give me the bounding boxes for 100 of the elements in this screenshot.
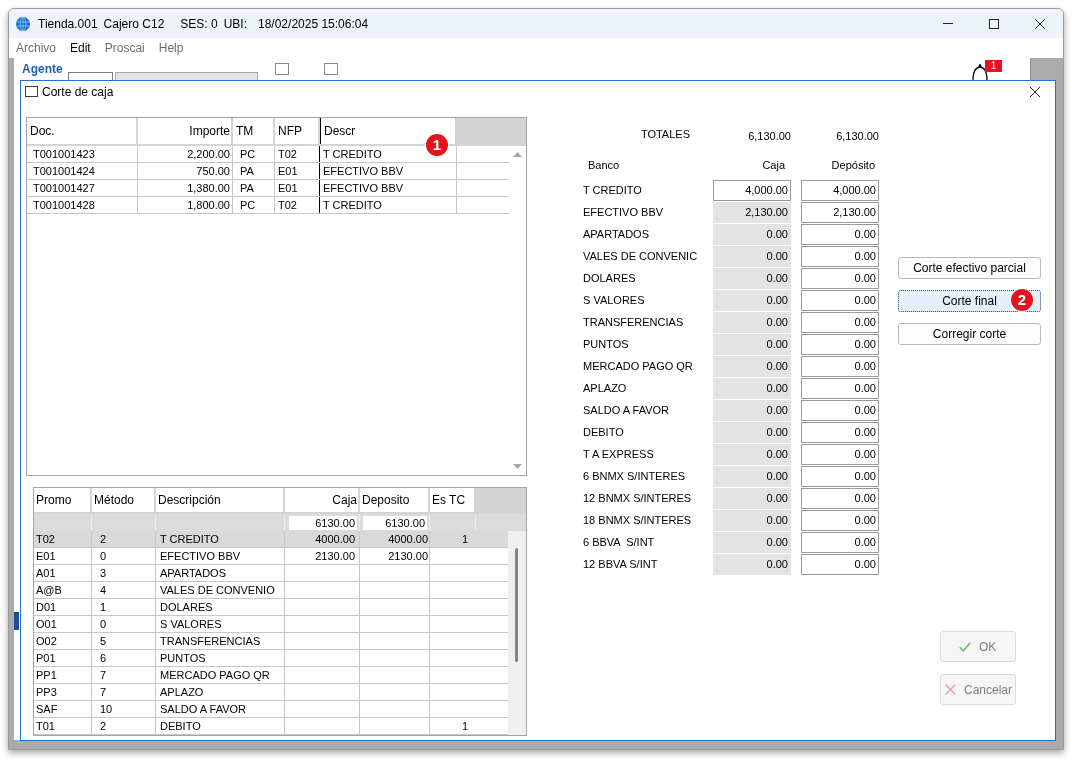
table-row[interactable]: P01 6 PUNTOS [34,650,508,667]
amount-field[interactable]: 0.00 [801,378,879,399]
table-row[interactable]: PP1 7 MERCADO PAGO QR [34,667,508,684]
amount-field[interactable]: 0.00 [801,554,879,575]
table-cell: MERCADO PAGO QR [156,667,285,683]
amount-field[interactable]: 0.00 [801,466,879,487]
amount-field[interactable]: 0.00 [801,444,879,465]
column-header[interactable]: Deposito [360,488,428,512]
amount-field[interactable]: 0.00 [801,356,879,377]
amount-field[interactable]: 0.00 [801,532,879,553]
amount-field[interactable]: 0.00 [801,422,879,443]
bell-icon[interactable] [969,64,990,80]
amount-field[interactable]: 4,000.00 [801,180,879,201]
cashier-label: Cajero C12 [103,16,165,31]
amount-field[interactable]: 0.00 [801,510,879,531]
table-row[interactable]: A@B 4 VALES DE CONVENIO [34,582,508,599]
bank-label: PUNTOS [583,337,630,352]
bank-label: 6 BBVA S/INT [583,535,656,550]
table-row[interactable]: T02 2 T CREDITO 4000.00 4000.00 1 [34,531,508,548]
amount-field[interactable]: 0.00 [801,334,879,355]
table-cell: 1,380.00 [138,180,233,196]
table-row[interactable]: A01 3 APARTADOS [34,565,508,582]
bank-label: 12 BNMX S/INTERES [583,491,693,506]
menu-item[interactable]: Edit [63,41,98,55]
table-cell: DEBITO [156,718,285,734]
table-cell: PP1 [34,667,92,683]
table-cell: E01 [275,180,320,196]
column-header[interactable]: Doc. [27,118,136,144]
action-button[interactable]: Corregir corte [898,323,1041,345]
table-cell: T CREDITO [156,531,285,547]
amount-display: 0.00 [713,554,791,575]
table-row[interactable]: O01 0 S VALORES [34,616,508,633]
amount-display: 2,130.00 [713,202,791,223]
amount-field[interactable]: 0.00 [801,488,879,509]
datetime-label: 18/02/2025 15:06:04 [258,16,369,31]
close-icon [1030,86,1040,97]
totals-label: TOTALES [639,127,691,140]
table-cell: 2130.00 [285,548,360,564]
amount-display: 0.00 [713,378,791,399]
table-row[interactable]: D01 1 DOLARES [34,599,508,616]
bank-label: VALES DE CONVENIC [583,249,699,264]
table-row[interactable]: SAF 10 SALDO A FAVOR [34,701,508,718]
input-field[interactable] [67,72,113,80]
amount-display: 0.00 [713,510,791,531]
table-row[interactable]: E01 0 EFECTIVO BBV 2130.00 2130.00 [34,548,508,565]
scrollbar[interactable] [508,531,526,735]
amount-field[interactable]: 0.00 [801,268,879,289]
amount-field[interactable]: 0.00 [801,290,879,311]
column-header[interactable]: Es TC [430,488,474,512]
bank-label: EFECTIVO BBV [583,205,665,220]
column-header[interactable]: Promo [34,488,90,512]
table-row[interactable]: PP3 7 APLAZO [34,684,508,701]
action-button[interactable]: Corte efectivo parcial [898,257,1041,279]
column-header[interactable]: Importe [138,118,231,144]
table-cell: 7 [92,684,156,700]
amount-field[interactable]: 0.00 [801,246,879,267]
scroll-down-icon[interactable] [513,464,522,469]
table-cell: APLAZO [156,684,285,700]
table-cell: DOLARES [156,599,285,615]
table-cell: S VALORES [156,616,285,632]
amount-field[interactable]: 4,000.00 [713,180,791,201]
total-cell: 6130.00 [363,515,427,530]
column-header[interactable]: Caja [285,488,358,512]
globe-icon [16,16,30,31]
checkbox[interactable] [323,63,338,75]
table-row[interactable]: O02 5 TRANSFERENCIAS [34,633,508,650]
check-icon [959,641,971,652]
bank-label: APLAZO [583,381,628,396]
minimize-icon [943,23,953,24]
amount-field[interactable]: 0.00 [801,312,879,333]
table-cell: T CREDITO [320,197,457,213]
amount-field[interactable]: 0.00 [801,224,879,245]
maximize-icon [989,18,999,29]
annotation-badge: 2 [1011,289,1033,311]
table-cell: SAF [34,701,92,717]
amount-field[interactable]: 0.00 [801,400,879,421]
scroll-up-icon[interactable] [513,152,522,157]
amount-display: 0.00 [713,334,791,355]
column-header[interactable]: TM [233,118,273,144]
table-cell: APARTADOS [156,565,285,581]
column-header[interactable]: NFP [275,118,318,144]
input-field[interactable] [114,72,258,80]
column-header[interactable]: Método [92,488,154,512]
bank-label: S VALORES [583,293,646,308]
column-header[interactable]: Descripción [156,488,283,512]
table-cell: PC [233,197,275,213]
table-cell: E01 [34,548,92,564]
table-cell: T02 [275,146,320,162]
amount-field[interactable]: 2,130.00 [801,202,879,223]
checkbox[interactable] [274,63,289,75]
table-cell: 0 [92,548,156,564]
bank-label: T CREDITO [583,183,643,198]
scroll-thumb[interactable] [515,548,518,662]
table-cell: EFECTIVO BBV [156,548,285,564]
table-cell: 4 [92,582,156,598]
notification-badge: 1 [985,60,1002,72]
bank-label: DOLARES [583,271,637,286]
table-cell: PA [233,180,275,196]
table-row[interactable]: T01 2 DEBITO 1 [34,718,508,735]
table-cell: 1,800.00 [138,197,233,213]
